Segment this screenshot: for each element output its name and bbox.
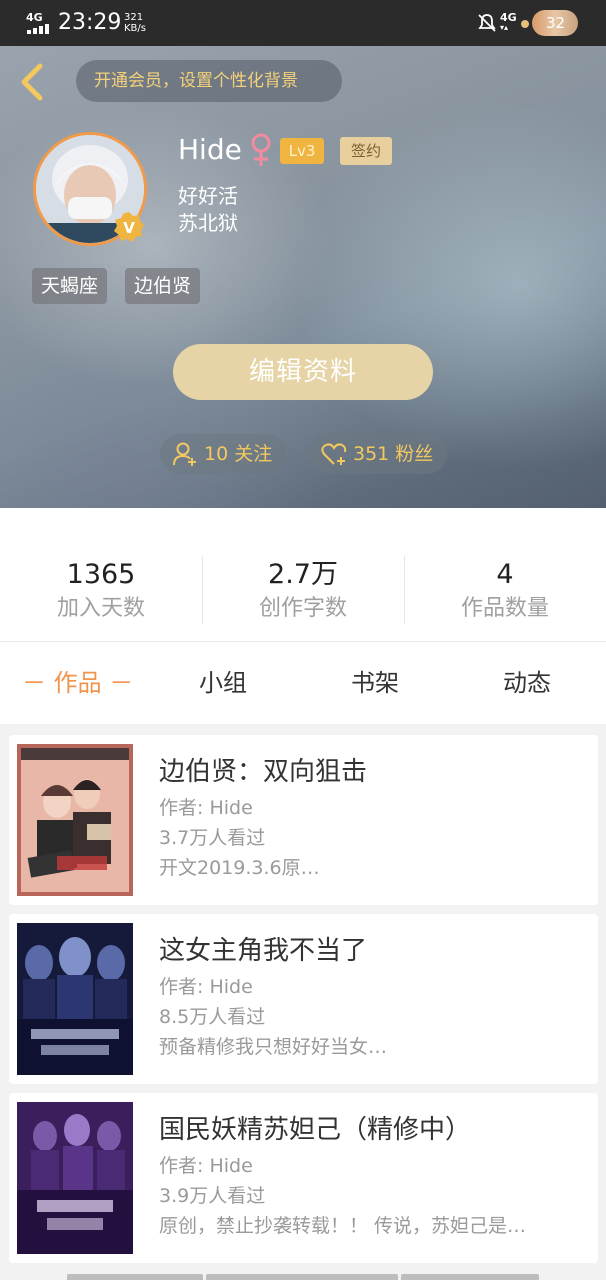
bio-line: 苏北狱 xyxy=(178,211,238,235)
next-card-edge xyxy=(0,1274,606,1280)
battery-indicator: 32 xyxy=(532,10,578,36)
clock: 23:29 xyxy=(58,10,122,35)
edit-profile-button[interactable]: 编辑资料 xyxy=(173,344,433,400)
book-views: 3.9万人看过 xyxy=(159,1185,266,1207)
work-card[interactable]: 边伯贤：双向狙击 作者: Hide 3.7万人看过 开文2019.3.6原… xyxy=(9,735,598,905)
profile-tag: 边伯贤 xyxy=(125,268,201,304)
book-title[interactable]: 边伯贤：双向狙击 xyxy=(159,755,367,789)
book-author: 作者: Hide xyxy=(159,976,253,998)
following-button[interactable]: 10 关注 xyxy=(160,434,286,474)
book-author: 作者: Hide xyxy=(159,797,253,819)
book-title[interactable]: 这女主角我不当了 xyxy=(159,934,367,968)
tab-groups[interactable]: 小组 xyxy=(199,666,247,700)
book-cover-image[interactable] xyxy=(17,744,133,896)
stat-works-count: 4 作品数量 xyxy=(460,559,549,621)
data-arrows-icon: ▾▴ xyxy=(500,23,509,32)
profile-tag: 天蝎座 xyxy=(32,268,108,304)
notification-dot-icon xyxy=(521,20,529,28)
network-speed: 321 KB/s xyxy=(124,12,146,34)
add-user-icon xyxy=(173,442,196,466)
level-badge: Lv3 xyxy=(280,138,324,164)
book-cover-image[interactable] xyxy=(17,1102,133,1254)
female-gender-icon xyxy=(251,133,271,166)
verified-v-icon: V xyxy=(114,212,144,242)
profile-header: 开通会员，设置个性化背景 V Hide Lv3 签约 好好活 苏北狱 天蝎座 边… xyxy=(0,46,606,508)
mute-bell-icon xyxy=(478,14,496,32)
book-author: 作者: Hide xyxy=(159,1155,253,1177)
stat-word-count: 2.7万 创作字数 xyxy=(258,559,347,621)
network-type: 4G xyxy=(26,11,43,24)
stats-bar: 1365 加入天数 2.7万 创作字数 4 作品数量 xyxy=(0,508,606,642)
work-card[interactable]: 这女主角我不当了 作者: Hide 8.5万人看过 预备精修我只想好好当女… xyxy=(9,914,598,1084)
svg-text:V: V xyxy=(123,219,135,237)
tab-bookshelf[interactable]: 书架 xyxy=(351,666,399,700)
book-description: 原创，禁止抄袭转载！！ 传说，苏妲己是… xyxy=(159,1215,527,1237)
heart-plus-icon xyxy=(321,443,347,465)
tab-activity[interactable]: 动态 xyxy=(503,666,551,700)
book-description: 开文2019.3.6原… xyxy=(159,857,320,879)
signed-author-badge: 签约 xyxy=(340,137,392,165)
fans-button[interactable]: 351 粉丝 xyxy=(309,434,447,474)
tab-works[interactable]: － 作品 － xyxy=(22,666,133,700)
profile-tabs: － 作品 － 小组 书架 动态 xyxy=(0,642,606,724)
book-cover-image[interactable] xyxy=(17,923,133,1075)
book-views: 8.5万人看过 xyxy=(159,1006,266,1028)
bio-line: 好好活 xyxy=(178,184,238,208)
username: Hide xyxy=(178,133,242,166)
book-description: 预备精修我只想好好当女… xyxy=(159,1036,388,1058)
stat-join-days: 1365 加入天数 xyxy=(56,559,145,621)
book-views: 3.7万人看过 xyxy=(159,827,266,849)
book-title[interactable]: 国民妖精苏妲己（精修中） xyxy=(159,1113,471,1147)
vip-background-banner[interactable]: 开通会员，设置个性化背景 xyxy=(76,60,342,102)
work-card[interactable]: 国民妖精苏妲己（精修中） 作者: Hide 3.9万人看过 原创，禁止抄袭转载！… xyxy=(9,1093,598,1263)
status-bar: 4G 23:29 321 KB/s 4G ▾▴ 32 xyxy=(0,0,606,46)
back-arrow-icon[interactable] xyxy=(14,60,48,104)
signal-icon xyxy=(27,24,51,34)
network-type-right: 4G xyxy=(500,11,517,24)
